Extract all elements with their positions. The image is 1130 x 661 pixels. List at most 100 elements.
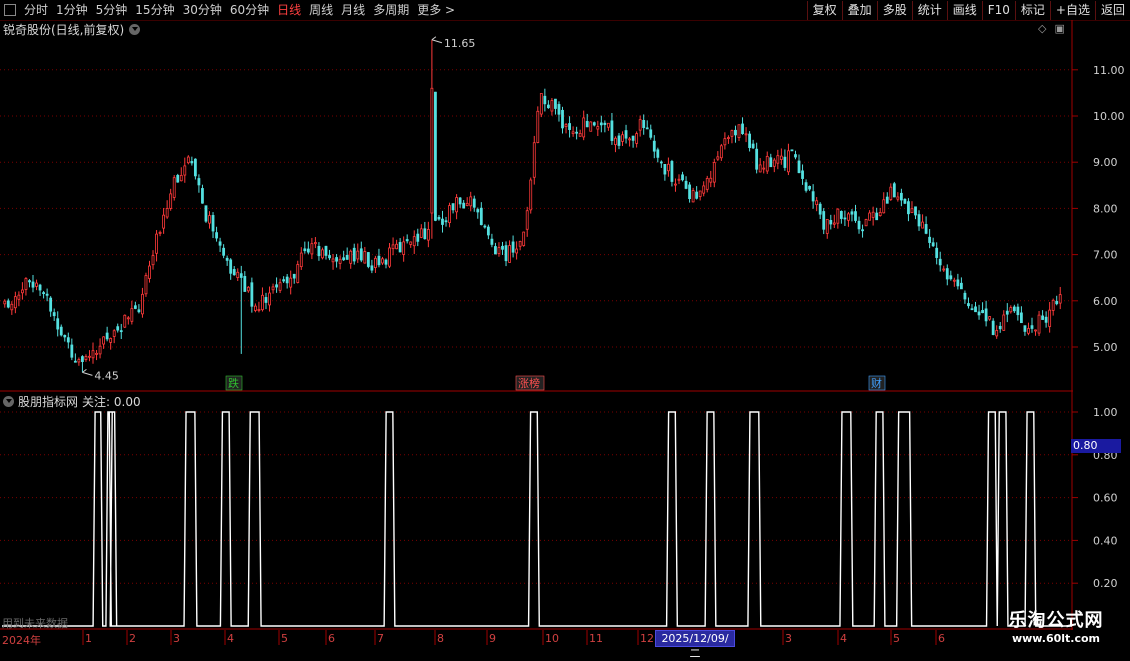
- candle-body: [734, 129, 737, 136]
- month-label: 12: [640, 632, 654, 645]
- candle-body: [352, 247, 356, 262]
- candle-body: [914, 206, 917, 216]
- chevron-down-icon[interactable]: [129, 24, 141, 35]
- candle-body: [963, 292, 967, 300]
- toolbar-action-5[interactable]: F10: [981, 0, 1015, 20]
- month-label: 4: [840, 632, 847, 645]
- month-label: 9: [489, 632, 496, 645]
- toolbar-action-1[interactable]: 叠加: [841, 0, 877, 20]
- candle-body: [384, 259, 388, 265]
- candle-body: [924, 224, 928, 234]
- candle-body: [56, 318, 60, 330]
- toolbar-action-4[interactable]: 画线: [946, 0, 982, 20]
- watermark-title: 乐淘公式网: [1008, 610, 1104, 631]
- candle-body: [172, 177, 176, 198]
- window-icon[interactable]: ▣: [1054, 22, 1064, 35]
- candle-body: [268, 292, 271, 306]
- candle-body: [956, 279, 960, 287]
- period-tab-8[interactable]: 月线: [337, 0, 369, 20]
- candle-body: [59, 326, 63, 336]
- period-tab-4[interactable]: 30分钟: [179, 0, 226, 20]
- toolbar-action-8[interactable]: 返回: [1094, 0, 1130, 20]
- candle-body: [857, 220, 861, 230]
- candle-body: [148, 265, 151, 279]
- candle-body: [550, 100, 554, 112]
- toolbar-action-6[interactable]: 标记: [1014, 0, 1050, 20]
- candle-body: [705, 178, 709, 190]
- candle-body: [998, 325, 1002, 330]
- candle-body: [444, 220, 448, 223]
- period-tab-1[interactable]: 1分钟: [52, 0, 92, 20]
- period-tab-5[interactable]: 60分钟: [226, 0, 273, 20]
- candle-body: [193, 158, 197, 177]
- indicator-tick-label: 0.40: [1093, 534, 1118, 547]
- period-tab-3[interactable]: 15分钟: [131, 0, 178, 20]
- candle-body: [6, 300, 10, 308]
- candle-body: [585, 120, 589, 128]
- indicator-series: [2, 411, 1072, 627]
- candle-body: [109, 338, 113, 343]
- toolbar-action-3[interactable]: 统计: [911, 0, 947, 20]
- candle-body: [342, 257, 346, 261]
- diamond-icon[interactable]: ◇: [1038, 22, 1046, 35]
- candle-body: [691, 190, 695, 203]
- period-tab-2[interactable]: 5分钟: [92, 0, 132, 20]
- candle-body: [10, 303, 14, 311]
- price-tick-label: 5.00: [1093, 341, 1118, 354]
- extreme-labels: 11.65 4.45: [82, 36, 475, 382]
- candle-body: [374, 257, 377, 268]
- indicator-line: [2, 411, 1072, 627]
- period-tab-6[interactable]: 日线: [273, 0, 305, 20]
- candle-body: [409, 241, 413, 245]
- candle-body: [712, 162, 716, 183]
- future-data-note: 用到未来数据: [2, 617, 68, 630]
- period-tab-10[interactable]: 更多 >: [413, 0, 459, 20]
- candle-body: [811, 191, 815, 202]
- toolbar-action-2[interactable]: 多股: [876, 0, 912, 20]
- period-tab-7[interactable]: 周线: [305, 0, 337, 20]
- candle-body: [430, 87, 434, 214]
- candle-body: [349, 250, 353, 264]
- candle-body: [141, 293, 144, 315]
- candle-body: [882, 199, 886, 214]
- candle-body: [158, 231, 162, 234]
- candle-body: [974, 306, 977, 313]
- candle-body: [850, 211, 854, 215]
- candle-body: [889, 186, 893, 200]
- month-label: 10: [545, 632, 559, 645]
- toolbar-action-7[interactable]: +自选: [1049, 0, 1095, 20]
- period-tab-0[interactable]: 分时: [20, 0, 52, 20]
- candle-body: [970, 308, 974, 311]
- menu-square-icon[interactable]: [4, 4, 16, 16]
- candle-body: [984, 308, 988, 322]
- toolbar-action-0[interactable]: 复权: [806, 0, 842, 20]
- cursor-date: 2025/12/09/二: [655, 630, 735, 660]
- candle-body: [434, 91, 437, 221]
- candle-body: [363, 251, 367, 264]
- candle-body: [758, 164, 762, 173]
- candle-body: [232, 269, 236, 276]
- candle-body: [211, 215, 215, 232]
- candle-body: [949, 275, 953, 280]
- candle-body: [709, 177, 713, 183]
- candle-body: [73, 360, 77, 363]
- candle-body: [81, 356, 84, 362]
- candle-body: [1044, 316, 1048, 323]
- candle-body: [116, 326, 120, 331]
- period-tab-9[interactable]: 多周期: [369, 0, 413, 20]
- candle-body: [1002, 314, 1006, 331]
- candle-body: [854, 211, 857, 221]
- candle-body: [776, 155, 780, 164]
- chart-corner-icons: ◇ ▣: [1038, 22, 1065, 35]
- indicator-gridlines: [0, 411, 1072, 584]
- month-label: 5: [281, 632, 288, 645]
- chevron-down-icon[interactable]: [3, 396, 14, 407]
- chart-canvas[interactable]: 11.0010.009.008.007.006.005.00 11.654.45…: [0, 0, 1130, 650]
- candle-body: [370, 265, 374, 271]
- candle-body: [561, 109, 564, 129]
- price-gridlines: [0, 69, 1072, 348]
- candle-body: [674, 183, 677, 186]
- month-label: 5: [893, 632, 900, 645]
- event-marker-0: 跌: [228, 376, 239, 390]
- indicator-tick-label: 0.60: [1093, 492, 1118, 505]
